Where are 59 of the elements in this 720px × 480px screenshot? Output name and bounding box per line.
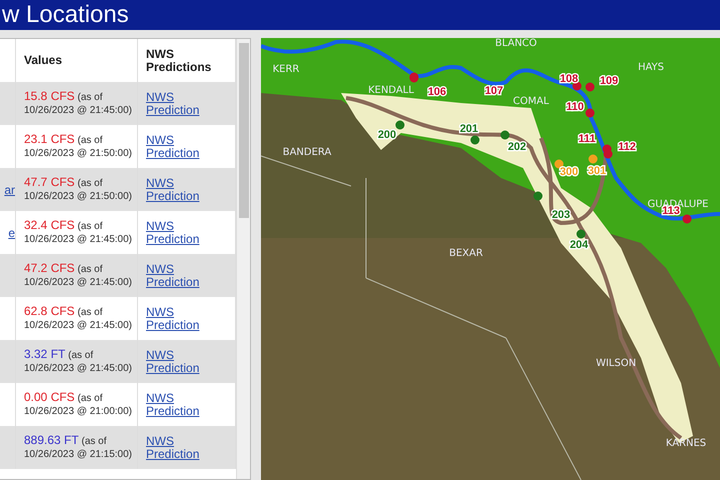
site-marker[interactable] xyxy=(572,82,582,90)
county-label: KERR xyxy=(272,64,300,75)
site-label: 108 xyxy=(560,73,578,85)
reading-text: 3.32 FT (as of 10/26/2023 @ 21:45:00) xyxy=(24,348,134,375)
reading-text: 0.00 CFS (as of 10/26/2023 @ 21:00:00) xyxy=(24,391,134,418)
scrollbar[interactable] xyxy=(236,39,250,479)
county-label: COMAL xyxy=(513,96,549,107)
site-label: 107 xyxy=(484,85,504,97)
reading-text: 32.4 CFS (as of 10/26/2023 @ 21:45:00) xyxy=(24,219,134,246)
column-header: Values xyxy=(24,54,62,67)
prediction-link[interactable]: NWS Prediction xyxy=(146,434,218,460)
site-label: 106 xyxy=(428,86,446,98)
prediction-link[interactable]: NWS Prediction xyxy=(146,176,218,202)
reading-text: 23.1 CFS (as of 10/26/2023 @ 21:50:00) xyxy=(24,133,134,160)
reading-text: 62.8 CFS (as of 10/26/2023 @ 21:45:00) xyxy=(24,305,134,332)
county-label: KENDALL xyxy=(368,85,414,96)
site-link[interactable]: e xyxy=(8,226,15,240)
prediction-link[interactable]: NWS Prediction xyxy=(146,306,218,332)
site-label: 200 xyxy=(378,129,396,141)
site-label: 301 xyxy=(588,165,606,177)
county-label: BEXAR xyxy=(449,248,483,259)
county-label: WILSON xyxy=(596,358,636,369)
site-marker[interactable] xyxy=(410,74,418,82)
county-label: HAYS xyxy=(638,62,664,73)
county-label: KARNES xyxy=(666,438,706,449)
site-marker[interactable] xyxy=(576,230,586,238)
site-label: 111 xyxy=(578,133,596,145)
site-label: 300 xyxy=(560,166,578,178)
site-marker[interactable] xyxy=(554,160,564,168)
site-marker[interactable] xyxy=(604,150,612,158)
site-marker[interactable] xyxy=(588,154,598,164)
county-label: BANDERA xyxy=(282,147,332,158)
site-marker[interactable] xyxy=(682,214,692,224)
site-marker[interactable] xyxy=(534,192,542,200)
prediction-link[interactable]: NWS Prediction xyxy=(146,90,218,116)
site-label: 110 xyxy=(566,101,584,113)
column-header: NWS Predictions xyxy=(146,48,212,74)
reading-text: 47.7 CFS (as of 10/26/2023 @ 21:50:00) xyxy=(24,176,134,203)
site-label: 201 xyxy=(460,123,478,135)
site-marker[interactable] xyxy=(470,136,480,144)
site-label: 202 xyxy=(508,141,526,153)
site-label: 109 xyxy=(600,75,618,87)
site-label: 112 xyxy=(618,141,636,153)
site-marker[interactable] xyxy=(586,108,594,118)
site-marker[interactable] xyxy=(586,82,594,92)
prediction-link[interactable]: NWS Prediction xyxy=(146,134,218,160)
reading-text: 47.2 CFS (as of 10/26/2023 @ 21:45:00) xyxy=(24,262,134,289)
reading-text: 889.63 FT (as of 10/26/2023 @ 21:15:00) xyxy=(24,434,134,461)
site-marker[interactable] xyxy=(396,120,404,130)
page-title: w Locations xyxy=(2,1,129,29)
prediction-link[interactable]: NWS Prediction xyxy=(146,262,218,288)
prediction-link[interactable]: NWS Prediction xyxy=(146,392,218,418)
reading-text: 15.8 CFS (as of 10/26/2023 @ 21:45:00) xyxy=(24,90,134,117)
prediction-link[interactable]: NWS Prediction xyxy=(146,348,218,374)
site-label: 204 xyxy=(570,239,588,251)
county-label: BLANCO xyxy=(495,38,537,49)
prediction-link[interactable]: NWS Prediction xyxy=(146,220,218,246)
site-link[interactable]: ar xyxy=(4,182,15,196)
site-marker[interactable] xyxy=(500,130,510,140)
